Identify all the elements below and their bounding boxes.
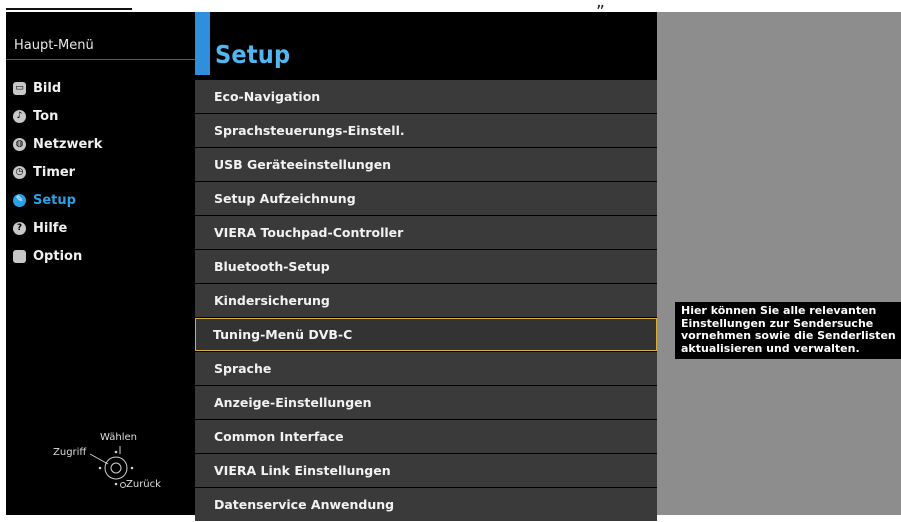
main-menu-item-label: Bild <box>33 80 62 96</box>
picture-icon: ▭ <box>13 81 26 95</box>
main-menu-item-option[interactable]: Option <box>13 242 102 270</box>
setup-item-bluetooth[interactable]: Bluetooth-Setup <box>195 250 657 283</box>
main-menu-item-label: Netzwerk <box>33 136 103 152</box>
back-hint-label: Zurück <box>126 479 161 490</box>
access-hint-label: Zugriff <box>53 447 87 458</box>
info-line: vornehmen sowie die Senderlisten <box>681 329 896 342</box>
setup-item-voice-control[interactable]: Sprachsteuerungs-Einstell. <box>195 114 657 147</box>
globe-icon: ◍ <box>13 137 26 151</box>
setup-item-parental-lock[interactable]: Kindersicherung <box>195 284 657 317</box>
select-hint-label: Wählen <box>100 432 137 443</box>
main-menu-title: Haupt-Menü <box>14 38 94 53</box>
info-line: aktualisieren und verwalten. <box>681 341 860 355</box>
main-menu-item-hilfe[interactable]: ? Hilfe <box>13 214 102 242</box>
setup-item-language[interactable]: Sprache <box>195 352 657 385</box>
question-icon: ? <box>13 221 26 235</box>
setup-item-display[interactable]: Anzeige-Einstellungen <box>195 386 657 419</box>
main-menu-item-bild[interactable]: ▭ Bild <box>13 74 102 102</box>
page-top-strip: „ <box>0 0 901 12</box>
setup-item-recording[interactable]: Setup Aufzeichnung <box>195 182 657 215</box>
setup-item-tuning-dvbc[interactable]: Tuning-Menü DVB-C <box>195 318 657 351</box>
main-menu-list: ▭ Bild ♪ Ton ◍ Netzwerk ◷ Timer ✎ Setup … <box>13 74 102 270</box>
clock-icon: ◷ <box>13 165 26 179</box>
info-panel <box>657 12 901 515</box>
info-line: Hier können Sie alle relevanten <box>681 304 877 317</box>
main-menu-item-netzwerk[interactable]: ◍ Netzwerk <box>13 130 102 158</box>
main-menu-item-ton[interactable]: ♪ Ton <box>13 102 102 130</box>
setup-item-eco-navigation[interactable]: Eco-Navigation <box>195 80 657 113</box>
wrench-icon: ✎ <box>13 193 26 207</box>
main-menu-item-label: Ton <box>33 108 59 124</box>
setup-item-usb-devices[interactable]: USB Geräteeinstellungen <box>195 148 657 181</box>
page-text-fragment: „ <box>596 0 605 12</box>
setup-item-viera-link[interactable]: VIERA Link Einstellungen <box>195 454 657 487</box>
setup-title: Setup <box>215 40 291 69</box>
note-icon: ♪ <box>13 109 26 123</box>
setup-list: Eco-Navigation Sprachsteuerungs-Einstell… <box>195 80 657 522</box>
main-menu: Haupt-Menü ▭ Bild ♪ Ton ◍ Netzwerk ◷ Tim… <box>6 12 198 515</box>
main-menu-item-label: Hilfe <box>33 220 68 236</box>
main-menu-item-timer[interactable]: ◷ Timer <box>13 158 102 186</box>
tv-screen: Haupt-Menü ▭ Bild ♪ Ton ◍ Netzwerk ◷ Tim… <box>6 12 901 521</box>
main-menu-item-label: Option <box>33 248 83 264</box>
main-menu-item-label: Timer <box>33 164 76 180</box>
info-description: Hier können Sie alle relevanten Einstell… <box>675 302 901 359</box>
setup-item-data-service[interactable]: Datenservice Anwendung <box>195 488 657 521</box>
navigation-hint: Wählen Zugriff Zurück <box>50 432 190 502</box>
main-menu-divider <box>6 59 198 60</box>
setup-item-touchpad[interactable]: VIERA Touchpad-Controller <box>195 216 657 249</box>
title-accent-bar <box>195 12 210 75</box>
underline-link-fragment <box>6 8 132 10</box>
main-menu-item-label: Setup <box>33 192 76 208</box>
main-menu-item-setup[interactable]: ✎ Setup <box>13 186 102 214</box>
square-icon <box>13 249 26 263</box>
setup-item-common-interface[interactable]: Common Interface <box>195 420 657 453</box>
